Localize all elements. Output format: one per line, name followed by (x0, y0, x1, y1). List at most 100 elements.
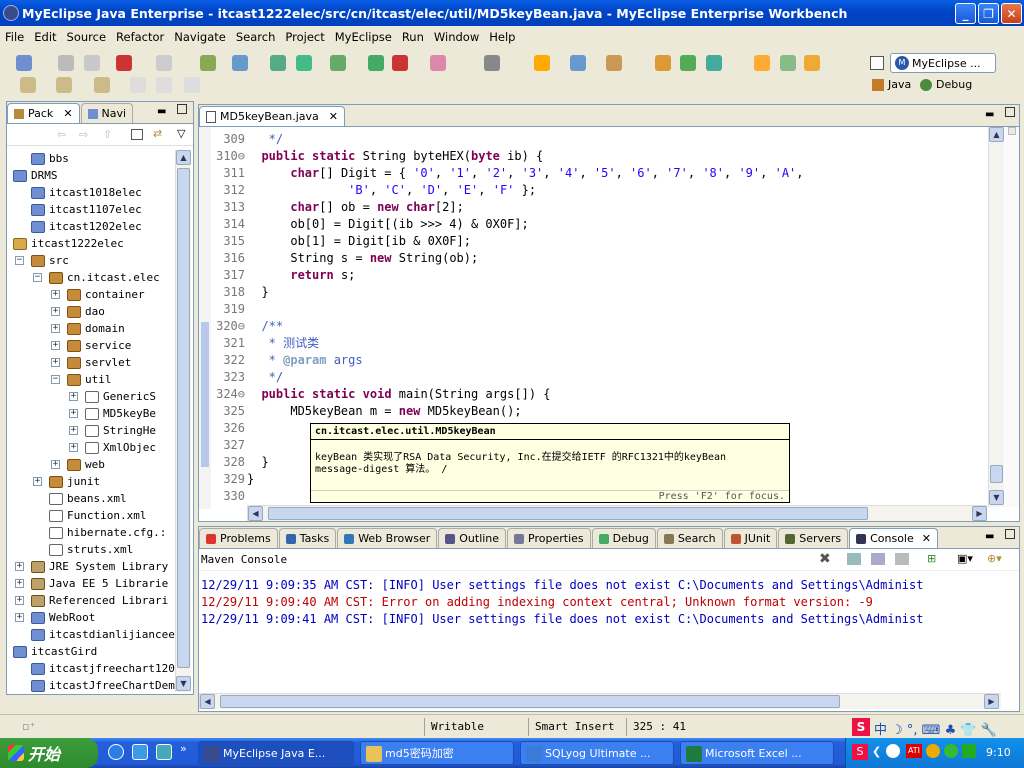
scroll-right-icon[interactable]: ▶ (972, 506, 987, 521)
tree-item[interactable]: struts.xml (49, 541, 133, 558)
toolbar-nav-icon[interactable] (20, 77, 36, 93)
toolbar-icon[interactable] (570, 55, 586, 71)
new-console-icon[interactable]: ⊞ (927, 552, 936, 565)
expand-icon[interactable]: + (15, 579, 24, 588)
menu-edit[interactable]: Edit (29, 30, 61, 44)
toolbar-icon[interactable] (655, 55, 671, 71)
expand-icon[interactable]: + (33, 477, 42, 486)
toolbar-icon[interactable] (430, 55, 446, 71)
close-icon[interactable]: ✕ (63, 107, 72, 120)
tab-md5keybean[interactable]: MD5keyBean.java ✕ (199, 106, 346, 126)
network-icon[interactable] (944, 744, 958, 758)
tree-item[interactable]: beans.xml (49, 490, 127, 507)
tree-item[interactable]: + StringHe (69, 422, 156, 439)
toolbar-icon[interactable] (84, 55, 100, 71)
toolbar-nav-icon[interactable] (130, 77, 146, 93)
expand-icon[interactable]: + (51, 324, 60, 333)
maximize-button[interactable]: ❐ (978, 3, 999, 24)
tab-debug[interactable]: Debug (591, 528, 656, 548)
tree-item[interactable]: + XmlObjec (69, 439, 156, 456)
tree-item[interactable]: + WebRoot (15, 609, 95, 626)
minimize-button[interactable]: _ (955, 3, 976, 24)
editor-hscroll[interactable]: ◀ ▶ (247, 505, 987, 521)
forward-icon[interactable]: ⇨ (79, 128, 88, 141)
menu-refactor[interactable]: Refactor (111, 30, 169, 44)
taskbar-app[interactable]: SQLyog Ultimate ... (520, 741, 674, 765)
toolbar-nav-icon[interactable] (94, 77, 110, 93)
expand-icon[interactable]: + (15, 613, 24, 622)
ie-icon[interactable] (108, 744, 124, 760)
expand-icon[interactable]: + (51, 460, 60, 469)
tree-item[interactable]: itcast1018elec (31, 184, 142, 201)
taskbar-app[interactable]: Microsoft Excel ... (680, 741, 834, 765)
tree-item[interactable]: + domain (51, 320, 125, 337)
toolbar-icon[interactable] (156, 55, 172, 71)
tab-search[interactable]: Search (656, 528, 723, 548)
scroll-down-icon[interactable]: ▼ (176, 676, 191, 691)
tree-item[interactable]: + servlet (51, 354, 131, 371)
toolbar-icon[interactable] (780, 55, 796, 71)
menu-navigate[interactable]: Navigate (169, 30, 231, 44)
taskbar-app[interactable]: md5密码加密 (360, 741, 514, 765)
tree-item[interactable]: −itcast1222elec (13, 235, 124, 252)
expand-icon[interactable]: + (15, 596, 24, 605)
toolbar-icon[interactable] (116, 55, 132, 71)
tree-item[interactable]: + container (51, 286, 145, 303)
expand-icon[interactable]: + (69, 443, 78, 452)
menu-myeclipse[interactable]: MyEclipse (330, 30, 397, 44)
maximize-view-icon[interactable] (1005, 107, 1015, 117)
close-button[interactable]: ✕ (1001, 3, 1022, 24)
tab-problems[interactable]: Problems (199, 528, 278, 548)
expand-icon[interactable]: + (51, 341, 60, 350)
tree-item[interactable]: itcastdianlijianceepr (31, 626, 177, 643)
tree-item[interactable]: hibernate.cfg.: (49, 524, 166, 541)
menu-source[interactable]: Source (62, 30, 112, 44)
minimize-view-icon[interactable]: ▬ (985, 531, 994, 542)
tab-properties[interactable]: Properties (507, 528, 591, 548)
perspective-myeclipse[interactable]: M MyEclipse ... (890, 53, 996, 73)
toolbar-nav-icon[interactable] (184, 77, 200, 93)
ime-toolbar-icons[interactable]: 中 ☽ °, ⌨ ♣ 👕 🔧 (874, 719, 997, 738)
expand-icon[interactable]: + (69, 392, 78, 401)
scroll-right-icon[interactable]: ▶ (984, 694, 999, 709)
toolbar-icon[interactable] (680, 55, 696, 71)
collapse-icon[interactable]: − (51, 375, 60, 384)
menu-file[interactable]: File (0, 30, 29, 44)
collapse-icon[interactable]: − (15, 256, 24, 265)
toolbar-nav-icon[interactable] (56, 77, 72, 93)
tree-item[interactable]: +DRMS (13, 167, 58, 184)
perspective-debug[interactable]: Debug (920, 78, 972, 91)
collapse-all-icon[interactable] (131, 129, 143, 140)
tab-console[interactable]: Console ✕ (849, 528, 938, 548)
tree-item[interactable]: +itcastGird (13, 643, 97, 660)
expand-icon[interactable]: + (69, 409, 78, 418)
tab-package-explorer[interactable]: Pack ✕ (7, 103, 80, 123)
tree-item[interactable]: − src (15, 252, 69, 269)
toolbar-nav-icon[interactable] (156, 77, 172, 93)
editor-vscroll[interactable]: ▲ ▼ (988, 127, 1004, 507)
perspective-java[interactable]: Java (872, 78, 911, 91)
back-icon[interactable]: ⇦ (57, 128, 66, 141)
toolbar-icon[interactable] (232, 55, 248, 71)
shield-icon[interactable] (962, 744, 976, 758)
chevron-left-icon[interactable]: ❮ (872, 745, 881, 758)
tree-item[interactable]: itcast1202elec (31, 218, 142, 235)
toolbar-icon[interactable] (200, 55, 216, 71)
explorer-scrollbar[interactable]: ▲ ▼ (175, 150, 191, 692)
show-desktop-icon[interactable] (156, 744, 172, 760)
ime-icon[interactable]: S (852, 718, 870, 736)
scroll-thumb[interactable] (177, 168, 190, 668)
toolbar-icon[interactable] (606, 55, 622, 71)
start-button[interactable]: 开始 (0, 738, 98, 768)
expand-icon[interactable]: + (51, 307, 60, 316)
scroll-left-icon[interactable]: ◀ (200, 694, 215, 709)
menu-window[interactable]: Window (429, 30, 484, 44)
scroll-thumb[interactable] (268, 507, 868, 520)
fast-view-icon[interactable]: ▫⁺ (22, 720, 35, 733)
taskbar-app[interactable]: MyEclipse Java E... (198, 741, 354, 765)
sogou-icon[interactable]: S (852, 744, 868, 760)
scroll-down-icon[interactable]: ▼ (989, 490, 1004, 505)
toolbar-icon[interactable] (534, 55, 550, 71)
tree-item[interactable]: itcast1107elec (31, 201, 142, 218)
toolbar-icon[interactable] (392, 55, 408, 71)
